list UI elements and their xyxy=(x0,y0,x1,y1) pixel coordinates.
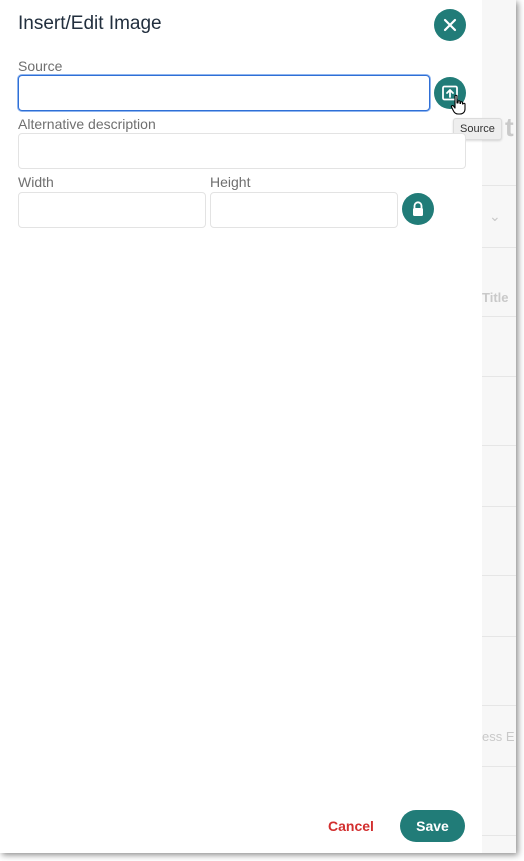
close-icon xyxy=(443,18,457,32)
source-label: Source xyxy=(18,58,63,74)
hand-cursor-icon xyxy=(450,94,466,115)
background-divider xyxy=(482,185,516,186)
background-divider xyxy=(482,575,516,576)
cancel-button[interactable]: Cancel xyxy=(318,810,384,842)
app-window: t ⌄ Title ess E Insert/Edit Image Source xyxy=(0,0,516,853)
background-column-title: Title xyxy=(482,290,509,305)
constrain-proportions-button[interactable] xyxy=(402,193,434,225)
height-label: Height xyxy=(210,174,251,190)
background-input-fragment: ess E xyxy=(482,729,515,744)
insert-image-dialog: Insert/Edit Image Source Source Alternat… xyxy=(0,0,502,853)
save-button[interactable]: Save xyxy=(400,810,465,842)
background-divider xyxy=(482,705,516,706)
background-divider xyxy=(482,316,516,317)
background-chevron-down-icon: ⌄ xyxy=(489,208,501,224)
background-heading-fragment: t xyxy=(505,112,514,142)
background-divider xyxy=(482,445,516,446)
lock-icon xyxy=(413,201,423,216)
alt-description-label: Alternative description xyxy=(18,116,156,132)
background-divider xyxy=(482,636,516,637)
height-input[interactable] xyxy=(210,192,398,228)
background-divider xyxy=(482,506,516,507)
background-divider xyxy=(482,835,516,836)
dialog-title: Insert/Edit Image xyxy=(18,13,162,34)
width-input[interactable] xyxy=(18,192,206,228)
background-divider xyxy=(482,376,516,377)
background-divider xyxy=(482,766,516,767)
close-button[interactable] xyxy=(434,9,466,41)
background-divider xyxy=(482,247,516,248)
source-input[interactable] xyxy=(18,75,430,111)
alt-description-input[interactable] xyxy=(18,133,466,169)
width-label: Width xyxy=(18,174,54,190)
